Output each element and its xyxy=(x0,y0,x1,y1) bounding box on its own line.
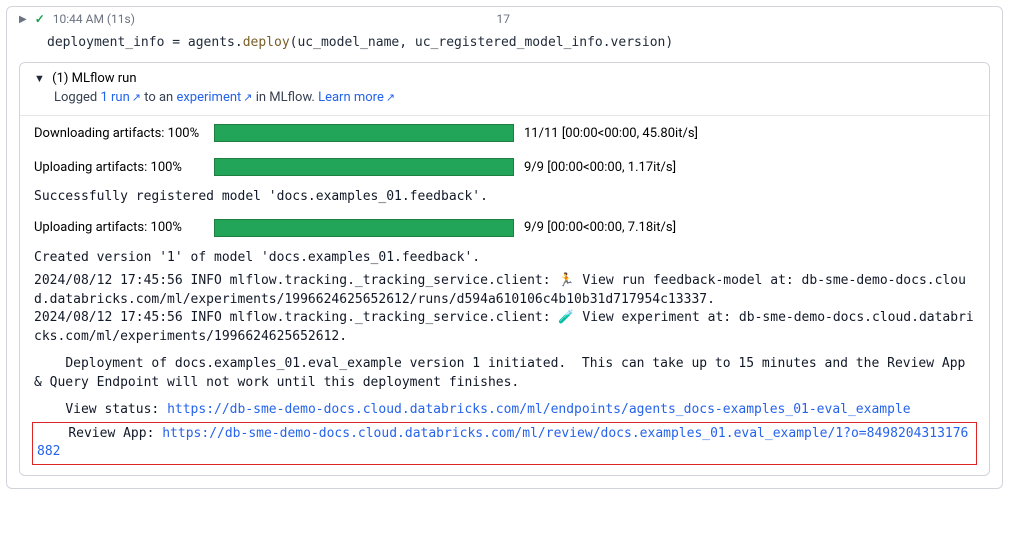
progress-bar-icon xyxy=(214,158,514,176)
review-app-highlight: Review App: https://db-sme-demo-docs.clo… xyxy=(32,422,977,466)
log-line-1: 2024/08/12 17:45:56 INFO mlflow.tracking… xyxy=(20,272,989,310)
code-eq: = xyxy=(164,35,187,50)
check-icon: ✓ xyxy=(35,12,45,26)
code-arg2b: .version xyxy=(603,35,666,50)
code-paren-close: ) xyxy=(665,35,673,50)
view-status-label: View status: xyxy=(34,402,167,417)
review-app-label: Review App: xyxy=(37,426,162,441)
progress-label: Uploading artifacts: 100% xyxy=(34,220,204,235)
log-review-app: Review App: https://db-sme-demo-docs.clo… xyxy=(37,425,972,463)
code-comma: , xyxy=(399,35,415,50)
code-fn: deploy xyxy=(243,35,290,50)
external-icon: ↗ xyxy=(132,91,141,104)
code-module: agents xyxy=(188,35,235,50)
mlflow-run-subtitle: Logged 1 run↗ to an experiment↗ in MLflo… xyxy=(20,90,989,115)
run-icon[interactable]: ▶ xyxy=(19,14,27,25)
cell-header: ▶ ✓ 10:44 AM (11s) 17 xyxy=(7,7,1002,31)
mlflow-logged-text: Logged xyxy=(54,90,100,105)
progress-bar-icon xyxy=(214,124,514,142)
code-var: deployment_info xyxy=(47,35,164,50)
cell-output: ▼ (1) MLflow run Logged 1 run↗ to an exp… xyxy=(19,62,990,476)
caret-down-icon: ▼ xyxy=(34,72,45,85)
view-status-link[interactable]: https://db-sme-demo-docs.cloud.databrick… xyxy=(167,402,911,417)
code-dot: . xyxy=(235,35,243,50)
log-registered: Successfully registered model 'docs.exam… xyxy=(20,184,989,211)
execution-timestamp: 10:44 AM (11s) xyxy=(53,12,135,26)
log-deploy-msg: Deployment of docs.examples_01.eval_exam… xyxy=(20,351,989,397)
notebook-cell: ▶ ✓ 10:44 AM (11s) 17 deployment_info = … xyxy=(6,6,1003,489)
log-view-status: View status: https://db-sme-demo-docs.cl… xyxy=(20,397,989,420)
code-arg2a: uc_registered_model_info xyxy=(415,35,603,50)
progress-bar-icon xyxy=(214,219,514,237)
progress-label: Downloading artifacts: 100% xyxy=(34,126,204,141)
mlflow-to-an: to an xyxy=(141,90,176,105)
mlflow-run-link[interactable]: 1 run↗ xyxy=(100,90,141,105)
progress-stats: 11/11 [00:00<00:00, 45.80it/s] xyxy=(524,126,698,141)
progress-upload-2: Uploading artifacts: 100% 9/9 [00:00<00:… xyxy=(20,211,989,245)
progress-download: Downloading artifacts: 100% 11/11 [00:00… xyxy=(20,116,989,150)
progress-stats: 9/9 [00:00<00:00, 7.18it/s] xyxy=(524,220,676,235)
mlflow-run-title: (1) MLflow run xyxy=(52,71,136,86)
mlflow-learn-more-link[interactable]: Learn more↗ xyxy=(318,90,395,105)
external-icon: ↗ xyxy=(386,91,395,104)
log-line-2: 2024/08/12 17:45:56 INFO mlflow.tracking… xyxy=(20,309,989,351)
code-input[interactable]: deployment_info = agents.deploy(uc_model… xyxy=(7,31,1002,62)
external-icon: ↗ xyxy=(243,91,252,104)
mlflow-run-toggle[interactable]: ▼ (1) MLflow run xyxy=(20,63,989,90)
progress-upload-1: Uploading artifacts: 100% 9/9 [00:00<00:… xyxy=(20,150,989,184)
mlflow-experiment-link[interactable]: experiment↗ xyxy=(176,90,252,105)
log-created-version: Created version '1' of model 'docs.examp… xyxy=(20,245,989,272)
mlflow-in: in MLflow. xyxy=(253,90,319,105)
progress-stats: 9/9 [00:00<00:00, 1.17it/s] xyxy=(524,160,676,175)
review-app-link[interactable]: https://db-sme-demo-docs.cloud.databrick… xyxy=(37,426,968,460)
progress-label: Uploading artifacts: 100% xyxy=(34,160,204,175)
code-arg1: uc_model_name xyxy=(297,35,399,50)
cell-number: 17 xyxy=(497,12,511,26)
